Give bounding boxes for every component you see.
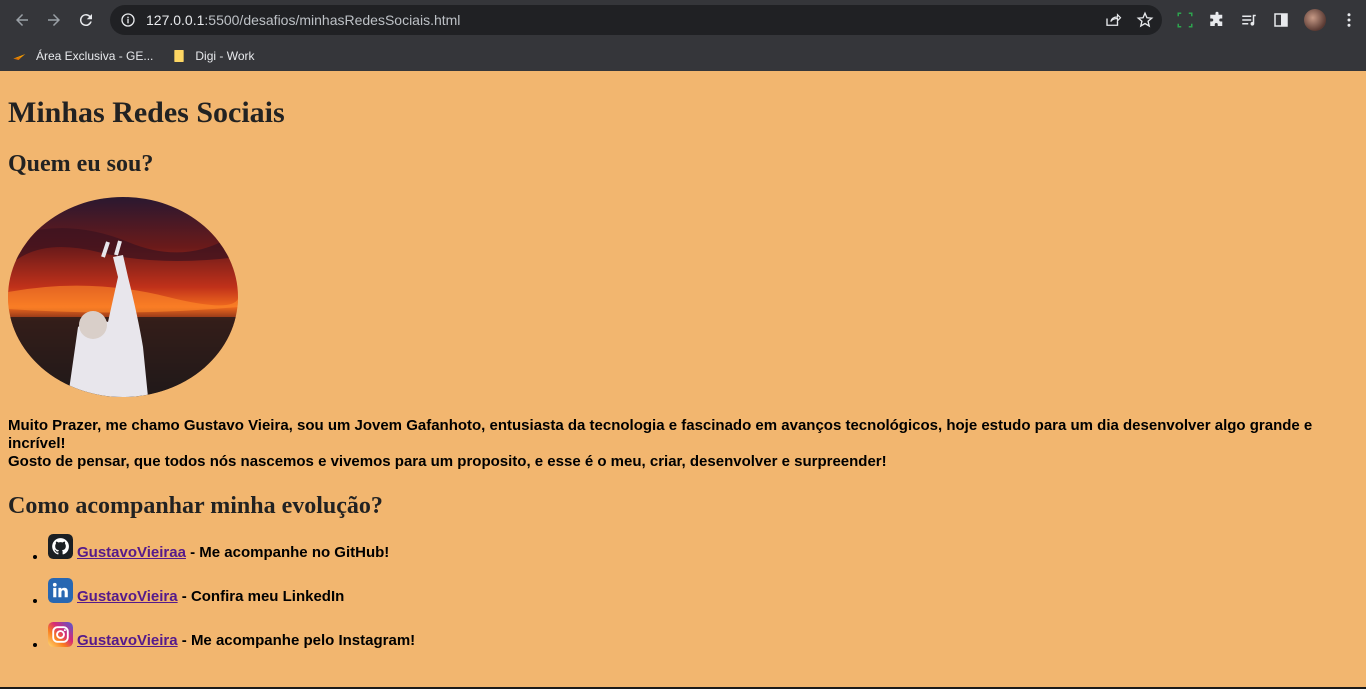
- github-caption: - Me acompanhe no GitHub!: [185, 544, 390, 561]
- bio-line-1: Muito Prazer, me chamo Gustavo Vieira, s…: [8, 417, 1313, 452]
- who-heading: Quem eu sou?: [8, 151, 154, 177]
- forward-button[interactable]: [40, 6, 68, 34]
- instagram-link[interactable]: GustavoVieira: [77, 632, 178, 649]
- bookmark-label: Área Exclusiva - GE...: [36, 48, 154, 63]
- reload-button[interactable]: [72, 6, 100, 34]
- page-title: Minhas Redes Sociais: [8, 96, 285, 129]
- browser-toolbar: 127.0.0.1:5500/desafios/minhasRedesSocia…: [0, 0, 1366, 40]
- share-icon[interactable]: [1104, 11, 1122, 29]
- arrow-left-icon: [16, 14, 28, 26]
- github-link[interactable]: GustavoVieiraa: [77, 544, 186, 561]
- screenshot-extension-icon[interactable]: [1176, 11, 1194, 29]
- github-icon: [48, 534, 73, 559]
- page-content: Minhas Redes Sociais Quem eu sou? Muito …: [0, 71, 1366, 689]
- browser-chrome: 127.0.0.1:5500/desafios/minhasRedesSocia…: [0, 0, 1366, 71]
- extensions-area: [1176, 9, 1358, 31]
- bookmark-favicon-icon: [13, 53, 26, 60]
- linkedin-caption: - Confira meu LinkedIn: [177, 588, 345, 605]
- linkedin-link[interactable]: GustavoVieira: [77, 588, 178, 605]
- bio-line-2: Gosto de pensar, que todos nós nascemos …: [8, 453, 887, 470]
- url-text: 127.0.0.1:5500/desafios/minhasRedesSocia…: [146, 12, 460, 28]
- url-host: 127.0.0.1: [146, 12, 205, 28]
- evolution-heading: Como acompanhar minha evolução?: [8, 493, 383, 519]
- bookmark-label: Digi - Work: [195, 48, 255, 63]
- url-path: :5500/desafios/minhasRedesSociais.html: [204, 12, 461, 28]
- media-queue-icon[interactable]: [1240, 11, 1258, 29]
- star-icon[interactable]: [1136, 11, 1154, 29]
- linkedin-icon: [48, 578, 73, 603]
- arrow-right-icon: [48, 14, 60, 26]
- kebab-menu-icon[interactable]: [1340, 11, 1358, 29]
- note-icon: [174, 49, 185, 62]
- list-item: GustavoVieira - Confira meu LinkedIn: [48, 578, 1358, 624]
- address-bar[interactable]: 127.0.0.1:5500/desafios/minhasRedesSocia…: [110, 5, 1162, 35]
- back-button[interactable]: [8, 6, 36, 34]
- profile-photo: [8, 197, 238, 397]
- instagram-caption: - Me acompanhe pelo Instagram!: [177, 632, 416, 649]
- reload-icon: [79, 14, 92, 27]
- puzzle-icon[interactable]: [1208, 11, 1226, 29]
- list-item: GustavoVieiraa - Me acompanhe no GitHub!: [48, 534, 1358, 580]
- profile-avatar[interactable]: [1304, 9, 1326, 31]
- bookmark-item[interactable]: Digi - Work: [171, 48, 255, 64]
- bookmark-item[interactable]: Área Exclusiva - GE...: [12, 48, 153, 64]
- instagram-icon: [48, 622, 73, 647]
- social-links-list: GustavoVieiraa - Me acompanhe no GitHub!…: [8, 534, 1358, 668]
- bookmarks-bar: Área Exclusiva - GE... Digi - Work: [0, 40, 1366, 71]
- list-item: GustavoVieira - Me acompanhe pelo Instag…: [48, 622, 1358, 668]
- bio-paragraph: Muito Prazer, me chamo Gustavo Vieira, s…: [8, 417, 1358, 471]
- side-panel-icon[interactable]: [1272, 11, 1290, 29]
- info-icon: [121, 13, 135, 27]
